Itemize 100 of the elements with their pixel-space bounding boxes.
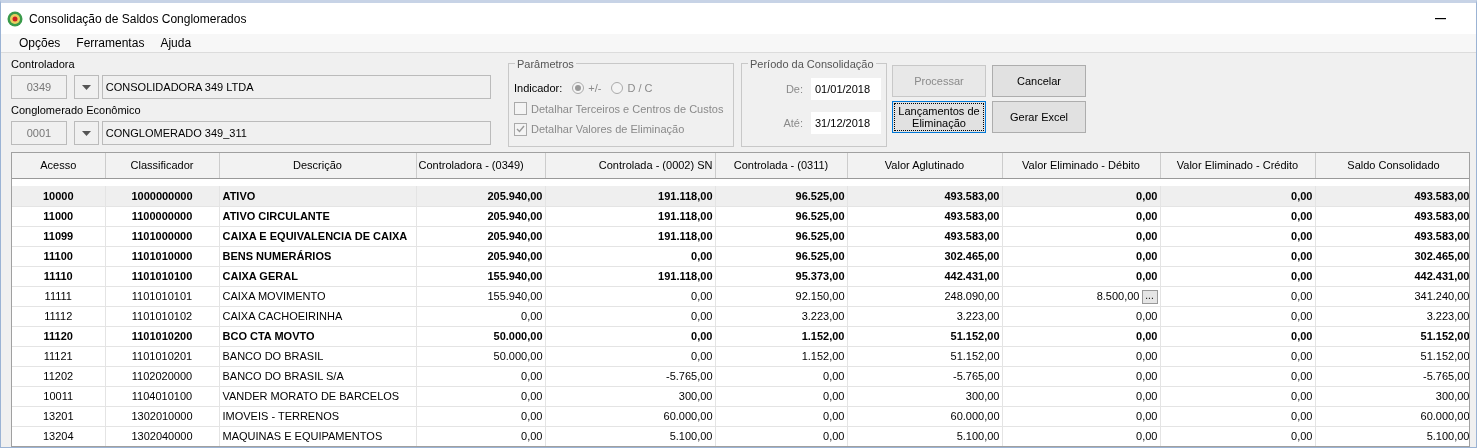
column-header[interactable]: Acesso	[12, 153, 105, 178]
menu-item[interactable]: Opções	[19, 34, 61, 52]
table-cell: 1101010102	[105, 306, 219, 326]
table-cell: 13201	[12, 406, 105, 426]
column-header[interactable]: Controlada - (0002) SN	[545, 153, 715, 178]
column-header[interactable]: Valor Aglutinado	[847, 153, 1002, 178]
table-cell: 11000	[12, 206, 105, 226]
table-cell: 92.150,00	[715, 286, 847, 306]
dropdown-button[interactable]	[73, 121, 99, 145]
table-cell: 13204	[12, 426, 105, 446]
table-cell: 11121	[12, 346, 105, 366]
table-cell: 0,00	[1002, 366, 1160, 386]
table-cell: 0,00	[715, 426, 847, 446]
checkbox-label: Detalhar Valores de Eliminação	[531, 122, 685, 137]
table-cell: 1101010101	[105, 286, 219, 306]
table-cell: 0,00	[715, 366, 847, 386]
table-cell: 10000	[12, 186, 105, 206]
table-cell: 0,00	[1160, 226, 1315, 246]
action-button[interactable]: Cancelar	[992, 65, 1086, 97]
column-header[interactable]: Controlada - (0311)	[715, 153, 847, 178]
table-cell: 11112	[12, 306, 105, 326]
table-cell: 1101000000	[105, 226, 219, 246]
table-cell: BCO CTA MOVTO	[219, 326, 416, 346]
radio-label: D / C	[627, 81, 653, 96]
table-cell: CAIXA CACHOEIRINHA	[219, 306, 416, 326]
table-cell: 205.940,00	[416, 186, 545, 206]
table-cell: 341.240,00	[1315, 286, 1469, 306]
table-cell: 0,00	[1002, 306, 1160, 326]
name-field: CONSOLIDADORA 349 LTDA	[101, 75, 491, 99]
table-cell: 0,00	[545, 246, 715, 266]
table-cell: CAIXA MOVIMENTO	[219, 286, 416, 306]
table-cell: 442.431,00	[1315, 266, 1469, 286]
date-field[interactable]: 01/01/2018	[811, 78, 881, 100]
dropdown-button[interactable]	[73, 75, 99, 99]
table-cell: 0,00	[416, 426, 545, 446]
table-cell: 1302010000	[105, 406, 219, 426]
table-cell: IMOVEIS - TERRENOS	[219, 406, 416, 426]
table-cell: 155.940,00	[416, 266, 545, 286]
minimize-icon[interactable]	[1435, 17, 1446, 20]
column-header[interactable]: Descrição	[219, 153, 416, 178]
table-cell: 191.118,00	[545, 226, 715, 246]
table-cell: 0,00	[1002, 326, 1160, 346]
table-cell: 60.000,00	[545, 406, 715, 426]
menu-item[interactable]: Ajuda	[160, 34, 192, 52]
table-cell: BENS NUMERÁRIOS	[219, 246, 416, 266]
table-cell: -5.765,00	[545, 366, 715, 386]
table-cell: 0,00	[1160, 406, 1315, 426]
table-cell: 205.940,00	[416, 206, 545, 226]
ellipsis-button[interactable]: ...	[1141, 289, 1158, 304]
table-cell: 51.152,00	[1315, 326, 1469, 346]
table-cell: 5.100,00	[1315, 426, 1469, 446]
table-cell: 0,00	[1002, 386, 1160, 406]
table-cell: ATIVO	[219, 186, 416, 206]
indicator-label: Indicador:	[514, 81, 563, 96]
table-cell: 205.940,00	[416, 246, 545, 266]
date-field[interactable]: 31/12/2018	[811, 112, 881, 134]
table-cell: 0,00	[1160, 206, 1315, 226]
radio-label: +/-	[588, 81, 602, 96]
table-cell: 0,00	[1160, 366, 1315, 386]
table-cell: BANCO DO BRASIL S/A	[219, 366, 416, 386]
table-cell: 0,00	[1002, 206, 1160, 226]
date-label: Até:	[783, 115, 803, 131]
table-cell: 96.525,00	[715, 186, 847, 206]
table-cell: 0,00	[1002, 426, 1160, 446]
action-button[interactable]: Lançamentos de Eliminação	[892, 101, 986, 133]
table-cell: 11100	[12, 246, 105, 266]
table-cell: 3.223,00	[847, 306, 1002, 326]
table-cell: 51.152,00	[847, 346, 1002, 366]
table-cell: 96.525,00	[715, 206, 847, 226]
table-cell: 302.465,00	[1315, 246, 1469, 266]
table-cell: 10011	[12, 386, 105, 406]
table-cell: 0,00	[1160, 286, 1315, 306]
action-button[interactable]: Gerar Excel	[992, 101, 1086, 133]
column-header[interactable]: Valor Eliminado - Débito	[1002, 153, 1160, 178]
table-cell: 0,00	[715, 386, 847, 406]
table-cell: 96.525,00	[715, 246, 847, 266]
code-field[interactable]: 0001	[11, 121, 67, 145]
column-header[interactable]: Saldo Consolidado	[1315, 153, 1469, 178]
table-cell: 1101010100	[105, 266, 219, 286]
table-cell: 191.118,00	[545, 186, 715, 206]
table-cell: 493.583,00	[1315, 186, 1469, 206]
column-header[interactable]: Valor Eliminado - Crédito	[1160, 153, 1315, 178]
table-cell: 493.583,00	[1315, 226, 1469, 246]
code-field[interactable]: 0349	[11, 75, 67, 99]
table-cell: 191.118,00	[545, 266, 715, 286]
table-cell: 1000000000	[105, 186, 219, 206]
table-cell: 11120	[12, 326, 105, 346]
table-cell: CAIXA E EQUIVALENCIA DE CAIXA	[219, 226, 416, 246]
table-cell: 155.940,00	[416, 286, 545, 306]
column-header[interactable]: Classificador	[105, 153, 219, 178]
table-cell: 1.152,00	[715, 326, 847, 346]
table-cell: 191.118,00	[545, 206, 715, 226]
table-cell: 0,00	[715, 406, 847, 426]
menu-item[interactable]: Ferramentas	[76, 34, 145, 52]
app-icon	[7, 10, 23, 27]
table-cell: 0,00	[1002, 246, 1160, 266]
table-cell: 3.223,00	[1315, 306, 1469, 326]
checkbox-label: Detalhar Terceiros e Centros de Custos	[531, 101, 724, 117]
cell-value: 8.500,00	[1096, 289, 1140, 302]
column-header[interactable]: Controladora - (0349)	[416, 153, 545, 178]
